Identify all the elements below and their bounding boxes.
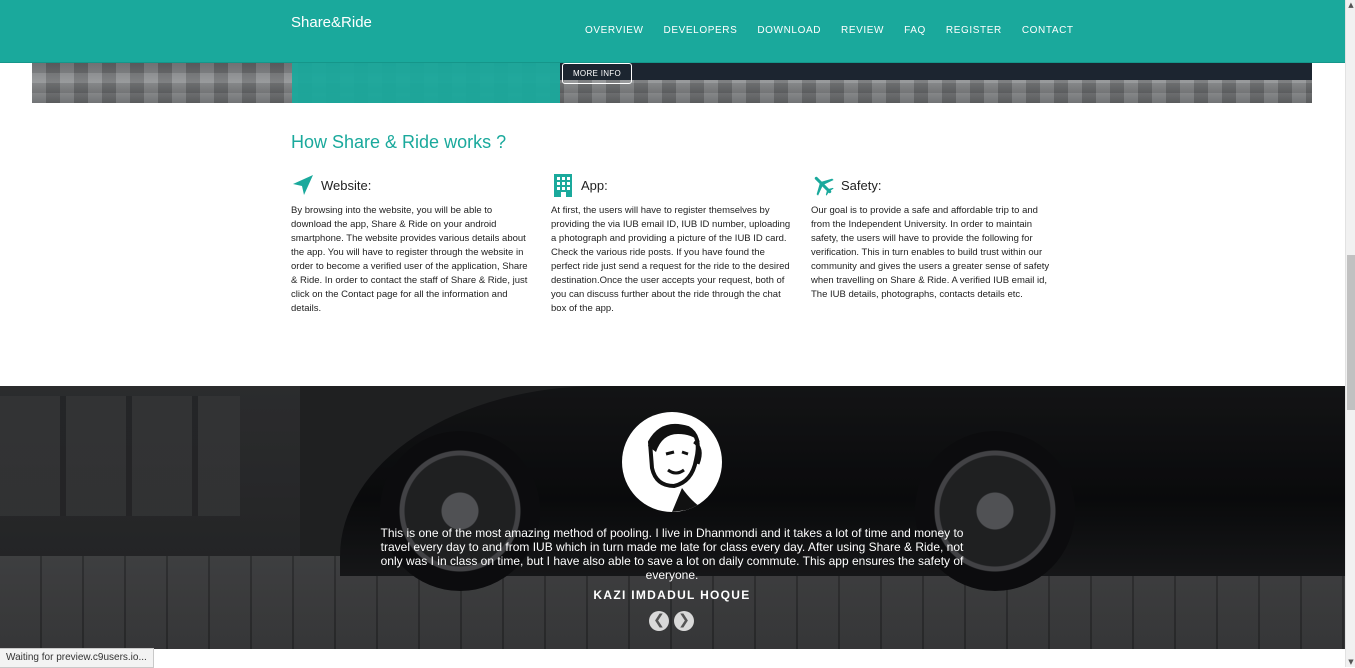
avatar bbox=[622, 412, 722, 512]
feature-header: App: bbox=[551, 172, 791, 198]
nav-faq[interactable]: FAQ bbox=[904, 25, 926, 36]
scroll-down-arrow-icon[interactable]: ▼ bbox=[1346, 657, 1355, 667]
how-it-works-title: How Share & Ride works ? bbox=[291, 132, 507, 152]
more-info-button[interactable]: MORE INFO bbox=[562, 63, 632, 84]
nav-register[interactable]: REGISTER bbox=[946, 25, 1002, 36]
scrollbar-thumb[interactable] bbox=[1347, 255, 1355, 410]
scroll-up-arrow-icon[interactable]: ▲ bbox=[1346, 0, 1355, 10]
testimonial-author: KAZI IMDADUL HOQUE bbox=[593, 588, 751, 602]
feature-header: Safety: bbox=[811, 172, 1051, 198]
page-scrollbar[interactable]: ▲ ▼ bbox=[1345, 0, 1355, 667]
nav-review[interactable]: REVIEW bbox=[841, 25, 884, 36]
airplane-icon bbox=[814, 176, 834, 196]
feature-description: At first, the users will have to registe… bbox=[551, 205, 791, 314]
carousel-next-button[interactable]: ❯ bbox=[674, 611, 694, 631]
main-nav: OVERVIEW DEVELOPERS DOWNLOAD REVIEW FAQ … bbox=[585, 25, 1094, 36]
hero-car-shadow bbox=[560, 62, 1312, 80]
hero-teal-panel: MORE INFO bbox=[292, 62, 632, 103]
testimonial-quote: This is one of the most amazing method o… bbox=[380, 526, 964, 582]
browser-status-bar: Waiting for preview.c9users.io... bbox=[0, 648, 154, 668]
feature-column-website: Website: By browsing into the website, y… bbox=[291, 172, 531, 316]
hero-banner: MORE INFO bbox=[32, 62, 1312, 103]
building-icon bbox=[554, 174, 572, 197]
feature-label: Website: bbox=[321, 177, 372, 193]
nav-download[interactable]: DOWNLOAD bbox=[757, 25, 821, 36]
feature-description: By browsing into the website, you will b… bbox=[291, 205, 528, 314]
feature-column-safety: Safety: Our goal is to provide a safe an… bbox=[811, 172, 1051, 302]
carousel-prev-button[interactable]: ❮ bbox=[649, 611, 669, 631]
feature-column-app: App: At first, the users will have to re… bbox=[551, 172, 791, 316]
testimonial-section: This is one of the most amazing method o… bbox=[0, 386, 1345, 649]
feature-label: Safety: bbox=[841, 177, 882, 193]
feature-header: Website: bbox=[291, 172, 531, 198]
nav-contact[interactable]: CONTACT bbox=[1022, 25, 1074, 36]
brand-logo-text[interactable]: Share&Ride bbox=[291, 14, 372, 31]
paper-plane-icon bbox=[293, 175, 313, 195]
top-navbar: Share&Ride OVERVIEW DEVELOPERS DOWNLOAD … bbox=[0, 0, 1345, 63]
nav-developers[interactable]: DEVELOPERS bbox=[664, 25, 738, 36]
feature-label: App: bbox=[581, 177, 608, 193]
nav-overview[interactable]: OVERVIEW bbox=[585, 25, 644, 36]
feature-description: Our goal is to provide a safe and afford… bbox=[811, 205, 1050, 300]
user-portrait-icon bbox=[647, 423, 702, 512]
